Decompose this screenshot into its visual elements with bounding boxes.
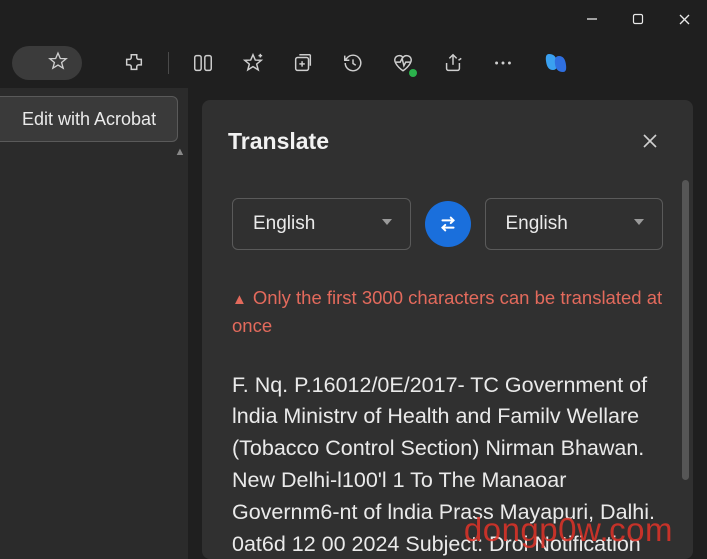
close-panel-button[interactable] <box>633 124 667 158</box>
content-area: Edit with Acrobat ▲ Translate English <box>0 88 707 559</box>
panel-scrollbar-thumb[interactable] <box>682 180 689 480</box>
source-language-label: English <box>253 213 315 235</box>
copilot-button[interactable] <box>541 48 571 78</box>
favorites-button[interactable] <box>231 43 275 83</box>
window-minimize-button[interactable] <box>569 0 615 38</box>
edit-with-acrobat-button[interactable]: Edit with Acrobat <box>0 96 178 142</box>
left-pane: Edit with Acrobat ▲ <box>0 88 188 559</box>
window-maximize-button[interactable] <box>615 0 661 38</box>
window-titlebar <box>0 0 707 38</box>
favorite-star-icon[interactable] <box>48 51 68 76</box>
address-bar-end[interactable] <box>12 46 82 80</box>
target-language-label: English <box>506 213 568 235</box>
language-row: English English <box>228 198 667 250</box>
translate-warning: ▲Only the first 3000 characters can be t… <box>228 284 667 340</box>
browser-health-button[interactable] <box>381 43 425 83</box>
sidebar-panel: Translate English English <box>188 88 707 559</box>
left-scrollbar[interactable]: ▲ <box>172 144 188 559</box>
translate-panel: Translate English English <box>202 100 693 559</box>
chevron-down-icon <box>380 213 394 235</box>
history-button[interactable] <box>331 43 375 83</box>
translate-header: Translate <box>228 124 667 158</box>
browser-toolbar <box>0 38 707 88</box>
more-menu-button[interactable] <box>481 43 525 83</box>
swap-languages-button[interactable] <box>425 201 471 247</box>
translate-title: Translate <box>228 128 329 155</box>
source-language-select[interactable]: English <box>232 198 411 250</box>
target-language-select[interactable]: English <box>485 198 664 250</box>
health-status-dot-icon <box>409 69 417 77</box>
toolbar-separator <box>168 52 169 74</box>
warning-triangle-icon: ▲ <box>232 289 247 312</box>
acrobat-label: Edit with Acrobat <box>22 109 156 130</box>
window-close-button[interactable] <box>661 0 707 38</box>
chevron-down-icon <box>632 213 646 235</box>
split-screen-button[interactable] <box>181 43 225 83</box>
warning-text: Only the first 3000 characters can be tr… <box>232 287 662 336</box>
translate-output-text: F. Nq. P.16012/0E/2017- TC Government of… <box>228 370 667 559</box>
scroll-up-arrow-icon[interactable]: ▲ <box>172 144 188 160</box>
collections-button[interactable] <box>281 43 325 83</box>
extensions-button[interactable] <box>112 43 156 83</box>
share-button[interactable] <box>431 43 475 83</box>
